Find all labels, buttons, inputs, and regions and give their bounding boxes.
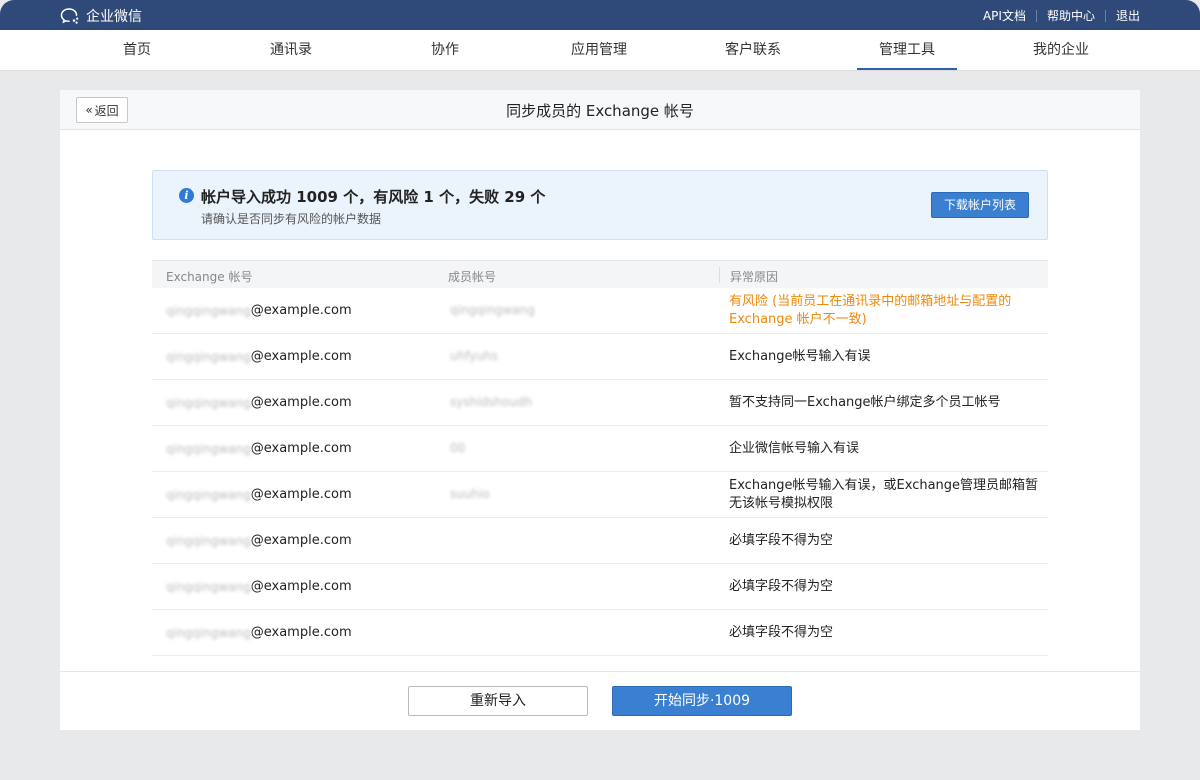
blurred-account-name: qingqingwang: [166, 303, 251, 318]
email-domain: @example.com: [250, 625, 352, 640]
column-divider: [719, 267, 720, 283]
error-reason-cell: Exchange帐号输入有误，或Exchange管理员邮箱暂无该帐号模拟权限: [729, 478, 1039, 511]
blurred-account-name: qingqingwang: [166, 625, 251, 640]
app-window: 企业微信 API文档 帮助中心 退出 首页 通讯录 协作 应用管理 客户联系 管…: [0, 0, 1200, 780]
table-row: qingqingwang @example.com 00 企业微信帐号输入有误: [152, 426, 1048, 472]
nav-collaboration[interactable]: 协作: [395, 30, 495, 70]
nav-app-management[interactable]: 应用管理: [549, 30, 649, 70]
table-row: qingqingwang @example.com qingqingwang 有风险 …: [152, 288, 1048, 334]
nav-management-tools[interactable]: 管理工具: [857, 30, 957, 70]
error-reason-cell: 必填字段不得为空: [729, 579, 834, 594]
email-domain: @example.com: [250, 487, 352, 502]
exchange-account-cell: qingqingwang @example.com: [166, 579, 352, 594]
exchange-account-cell: qingqingwang @example.com: [166, 395, 352, 410]
main-nav: 首页 通讯录 协作 应用管理 客户联系 管理工具 我的企业: [0, 30, 1200, 71]
blurred-account-name: qingqingwang: [166, 579, 251, 594]
panel-footer: 重新导入 开始同步·1009: [60, 671, 1140, 730]
nav-my-company[interactable]: 我的企业: [1011, 30, 1111, 70]
table-row: qingqingwang @example.com uhfyuhs Exchange帐…: [152, 334, 1048, 380]
reimport-button[interactable]: 重新导入: [408, 686, 588, 716]
member-account-cell: uhfyuhs: [450, 349, 498, 363]
error-reason-cell: Exchange帐号输入有误: [729, 349, 871, 364]
top-bar: 企业微信 API文档 帮助中心 退出: [0, 0, 1200, 30]
member-account-cell: syshidshoudh: [450, 395, 533, 409]
top-links: API文档 帮助中心 退出: [973, 7, 1140, 24]
table-row: qingqingwang @example.com 必填字段不得为空: [152, 564, 1048, 610]
email-domain: @example.com: [250, 579, 352, 594]
blurred-account-name: qingqingwang: [166, 487, 251, 502]
nav-customer-contact[interactable]: 客户联系: [703, 30, 803, 70]
api-docs-link[interactable]: API文档: [973, 7, 1036, 24]
header-error-reason: 异常原因: [730, 270, 779, 284]
blurred-account-name: qingqingwang: [166, 395, 251, 410]
notice-subtitle: 请确认是否同步有风险的帐户数据: [201, 212, 382, 226]
download-account-list-button[interactable]: 下载帐户列表: [931, 192, 1029, 218]
exchange-account-cell: qingqingwang @example.com: [166, 533, 352, 548]
page-title: 同步成员的 Exchange 帐号: [506, 102, 694, 120]
import-summary-notice: i 帐户导入成功 1009 个，有风险 1 个，失败 29 个 请确认是否同步有…: [152, 170, 1048, 240]
exchange-account-cell: qingqingwang @example.com: [166, 303, 352, 318]
info-icon: i: [179, 188, 194, 203]
table-row: qingqingwang @example.com 必填字段不得为空: [152, 610, 1048, 656]
error-reason-cell: 必填字段不得为空: [729, 625, 834, 640]
table-row: qingqingwang @example.com 必填字段不得为空: [152, 518, 1048, 564]
table-body: qingqingwang @example.com qingqingwang 有风险 …: [152, 288, 1048, 656]
risk-reason-cell: 有风险 (当前员工在通讯录中的邮箱地址与配置的 Exchange 帐户不一致): [729, 294, 1012, 327]
member-account-cell: suuhio: [450, 487, 490, 501]
sync-panel: « 返回 同步成员的 Exchange 帐号 i 帐户导入成功 1009 个，有…: [60, 90, 1140, 730]
header-member-account: 成员帐号: [448, 270, 497, 284]
member-account-cell: 00: [450, 441, 466, 455]
error-reason-cell: 必填字段不得为空: [729, 533, 834, 548]
exchange-account-cell: qingqingwang @example.com: [166, 487, 352, 502]
table-row: qingqingwang @example.com suuhio Exchange帐号…: [152, 472, 1048, 518]
header-exchange-account: Exchange 帐号: [166, 270, 253, 284]
brand-name: 企业微信: [86, 9, 142, 25]
table-header: Exchange 帐号 成员帐号 异常原因: [152, 260, 1048, 288]
member-account-cell: qingqingwang: [450, 303, 535, 317]
exchange-account-cell: qingqingwang @example.com: [166, 441, 352, 456]
blurred-account-name: qingqingwang: [166, 349, 251, 364]
notice-title: 帐户导入成功 1009 个，有风险 1 个，失败 29 个: [201, 188, 546, 206]
brand[interactable]: 企业微信: [60, 6, 142, 26]
email-domain: @example.com: [250, 533, 352, 548]
nav-home[interactable]: 首页: [87, 30, 187, 70]
wecom-logo-icon: [60, 8, 79, 24]
exchange-account-cell: qingqingwang @example.com: [166, 625, 352, 640]
help-center-link[interactable]: 帮助中心: [1037, 7, 1105, 24]
error-reason-cell: 暂不支持同一Exchange帐户绑定多个员工帐号: [729, 395, 1001, 410]
logout-link[interactable]: 退出: [1106, 7, 1140, 24]
start-sync-button[interactable]: 开始同步·1009: [612, 686, 792, 716]
blurred-account-name: qingqingwang: [166, 533, 251, 548]
account-table: Exchange 帐号 成员帐号 异常原因 qingqingwang @examp…: [152, 260, 1048, 656]
exchange-account-cell: qingqingwang @example.com: [166, 349, 352, 364]
error-reason-cell: 企业微信帐号输入有误: [729, 441, 860, 456]
email-domain: @example.com: [250, 303, 352, 318]
table-row: qingqingwang @example.com syshidshoudh 暂不支持…: [152, 380, 1048, 426]
blurred-account-name: qingqingwang: [166, 441, 251, 456]
panel-header: « 返回 同步成员的 Exchange 帐号: [60, 90, 1140, 130]
nav-contacts[interactable]: 通讯录: [241, 30, 341, 70]
email-domain: @example.com: [250, 349, 352, 364]
email-domain: @example.com: [250, 395, 352, 410]
email-domain: @example.com: [250, 441, 352, 456]
